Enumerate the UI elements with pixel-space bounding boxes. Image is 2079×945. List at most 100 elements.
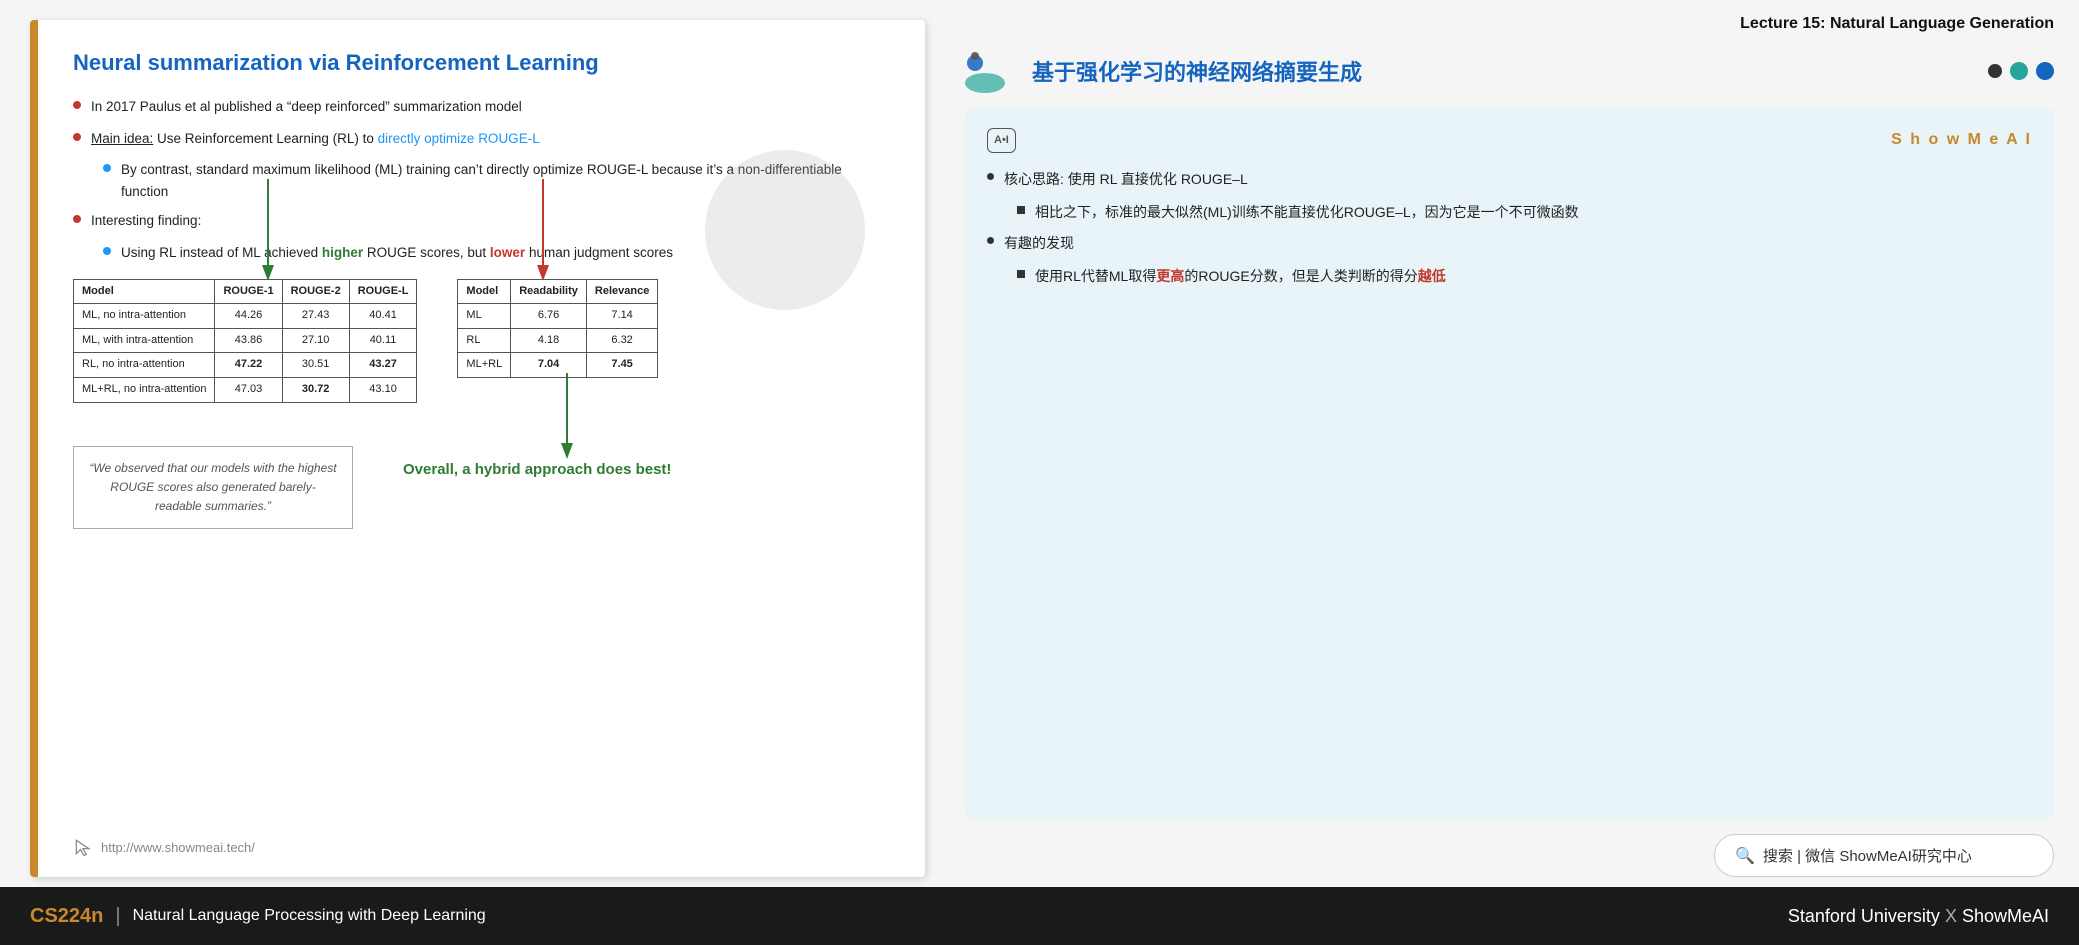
table2-container: Model Readability Relevance ML 6.76 <box>457 279 658 378</box>
main-container: Neural summarization via Reinforcement L… <box>0 0 2079 945</box>
divider: | <box>115 905 120 928</box>
t2r1c3: 7.14 <box>586 304 657 329</box>
bullet-2-text: Main idea: Use Reinforcement Learning (R… <box>91 128 540 150</box>
bullet-3a: Using RL instead of ML achieved higher R… <box>103 242 890 264</box>
t1r1c1: ML, no intra-attention <box>74 304 215 329</box>
slide-title: Neural summarization via Reinforcement L… <box>73 50 890 76</box>
dot-blue2 <box>2036 62 2054 80</box>
t1r3c2: 47.22 <box>215 353 282 378</box>
cn-bullet-2: 有趣的发现 <box>987 231 2032 256</box>
t1r2c4: 40.11 <box>349 328 417 353</box>
t2r2c1: RL <box>458 328 511 353</box>
t2r3c1: ML+RL <box>458 353 511 378</box>
quote-box: “We observed that our models with the hi… <box>73 446 353 530</box>
x-separator: X <box>1945 906 1962 926</box>
bullet-blue-dot-3a <box>103 247 111 255</box>
bottom-bar: CS224n | Natural Language Processing wit… <box>0 887 2079 945</box>
t2r1c1: ML <box>458 304 511 329</box>
showmeai-header: A•I S h o w M e A I <box>987 126 2032 155</box>
quote-text: “We observed that our models with the hi… <box>89 461 336 513</box>
t1r2c1: ML, with intra-attention <box>74 328 215 353</box>
cn-dot-2 <box>987 237 994 244</box>
ai-badge: A•I <box>987 128 1016 154</box>
rouge-highlight: directly optimize ROUGE-L <box>378 131 540 146</box>
tables-row: Model ROUGE-1 ROUGE-2 ROUGE-L ML, no int… <box>73 279 890 403</box>
dots-row <box>1988 62 2054 80</box>
table-row: ML+RL 7.04 7.45 <box>458 353 658 378</box>
table-row: RL, no intra-attention 47.22 30.51 43.27 <box>74 353 417 378</box>
t2r2c3: 6.32 <box>586 328 657 353</box>
table2-header-readability: Readability <box>511 279 587 304</box>
table1-header-rouge1: ROUGE-1 <box>215 279 282 304</box>
table2-header-relevance: Relevance <box>586 279 657 304</box>
table1-header-model: Model <box>74 279 215 304</box>
table1-header-rouge2: ROUGE-2 <box>282 279 349 304</box>
cn-lower: 越低 <box>1418 268 1446 284</box>
bullet-3-text: Interesting finding: <box>91 210 201 232</box>
higher-text: higher <box>322 245 363 260</box>
overall-text: Overall, a hybrid approach does best! <box>403 458 671 482</box>
t1r4c1: ML+RL, no intra-attention <box>74 377 215 402</box>
bullet-2a: By contrast, standard maximum likelihood… <box>103 159 890 202</box>
bullet-3: Interesting finding: <box>73 210 890 232</box>
tables-wrapper: Model ROUGE-1 ROUGE-2 ROUGE-L ML, no int… <box>73 279 890 530</box>
chinese-title: 基于强化学习的神经网络摘要生成 <box>1032 55 1362 87</box>
bullet-3a-text: Using RL instead of ML achieved higher R… <box>121 242 673 264</box>
t1r1c3: 27.43 <box>282 304 349 329</box>
cn-sub-1: 相比之下，标准的最大似然(ML)训练不能直接优化ROUGE–L，因为它是一个不可… <box>1017 200 2032 225</box>
cn-sub-2: 使用RL代替ML取得更高的ROUGE分数，但是人类判断的得分越低 <box>1017 264 2032 289</box>
chinese-header: 基于强化学习的神经网络摘要生成 <box>965 48 2054 93</box>
showmeai-brand: S h o w M e A I <box>1891 126 2032 155</box>
t1r3c3: 30.51 <box>282 353 349 378</box>
lecture-title: Lecture 15: Natural Language Generation <box>965 15 2054 33</box>
footer-url: http://www.showmeai.tech/ <box>101 840 255 855</box>
bullet-1-text: In 2017 Paulus et al published a “deep r… <box>91 96 522 118</box>
t1r4c3: 30.72 <box>282 377 349 402</box>
cn-bullet-2-text: 有趣的发现 <box>1004 231 1074 256</box>
table-row: ML+RL, no intra-attention 47.03 30.72 43… <box>74 377 417 402</box>
search-bar-area: 🔍 搜索 | 微信 ShowMeAI研究中心 <box>965 834 2054 877</box>
wave-icon <box>965 48 1020 93</box>
t2r3c2: 7.04 <box>511 353 587 378</box>
table-row: RL 4.18 6.32 <box>458 328 658 353</box>
cn-square-1 <box>1017 206 1025 214</box>
table1-header-rougel: ROUGE-L <box>349 279 417 304</box>
t2r2c2: 4.18 <box>511 328 587 353</box>
t1r1c2: 44.26 <box>215 304 282 329</box>
cn-sub-2-text: 使用RL代替ML取得更高的ROUGE分数，但是人类判断的得分越低 <box>1035 264 1446 289</box>
table2-header-model: Model <box>458 279 511 304</box>
table-row: ML 6.76 7.14 <box>458 304 658 329</box>
rouge-table: Model ROUGE-1 ROUGE-2 ROUGE-L ML, no int… <box>73 279 417 403</box>
cn-dot-1 <box>987 173 994 180</box>
showmeai-footer-brand: ShowMeAI <box>1962 906 2049 926</box>
lower-text: lower <box>490 245 525 260</box>
showmeai-box: A•I S h o w M e A I 核心思路: 使用 RL 直接优化 ROU… <box>965 108 2054 819</box>
dot-dark <box>1988 64 2002 78</box>
t1r4c2: 47.03 <box>215 377 282 402</box>
slide-footer: http://www.showmeai.tech/ <box>73 837 890 857</box>
bottom-right: Stanford University X ShowMeAI <box>1788 906 2049 927</box>
table-row: ML, no intra-attention 44.26 27.43 40.41 <box>74 304 417 329</box>
stanford-text: Stanford University <box>1788 906 1940 926</box>
search-bar-text: 搜索 | 微信 ShowMeAI研究中心 <box>1763 845 1972 866</box>
bullet-dot-2 <box>73 133 81 141</box>
cs224n-label: CS224n <box>30 905 103 928</box>
course-name: Natural Language Processing with Deep Le… <box>133 907 486 925</box>
bullet-1: In 2017 Paulus et al published a “deep r… <box>73 96 890 118</box>
bottom-left: CS224n | Natural Language Processing wit… <box>30 905 486 928</box>
cn-square-2 <box>1017 270 1025 278</box>
t1r3c4: 43.27 <box>349 353 417 378</box>
t2r1c2: 6.76 <box>511 304 587 329</box>
t2r3c3: 7.45 <box>586 353 657 378</box>
search-bar[interactable]: 🔍 搜索 | 微信 ShowMeAI研究中心 <box>1714 834 2054 877</box>
cn-sub-1-text: 相比之下，标准的最大似然(ML)训练不能直接优化ROUGE–L，因为它是一个不可… <box>1035 200 1579 225</box>
t1r2c3: 27.10 <box>282 328 349 353</box>
slide-panel: Neural summarization via Reinforcement L… <box>30 20 925 877</box>
slide-content: In 2017 Paulus et al published a “deep r… <box>73 96 890 817</box>
t1r4c4: 43.10 <box>349 377 417 402</box>
cn-bullet-1-text: 核心思路: 使用 RL 直接优化 ROUGE–L <box>1004 167 1248 192</box>
top-area: Neural summarization via Reinforcement L… <box>0 0 2079 887</box>
readability-table: Model Readability Relevance ML 6.76 <box>457 279 658 378</box>
bottom-section: “We observed that our models with the hi… <box>73 428 890 530</box>
right-panel: Lecture 15: Natural Language Generation … <box>945 0 2079 887</box>
